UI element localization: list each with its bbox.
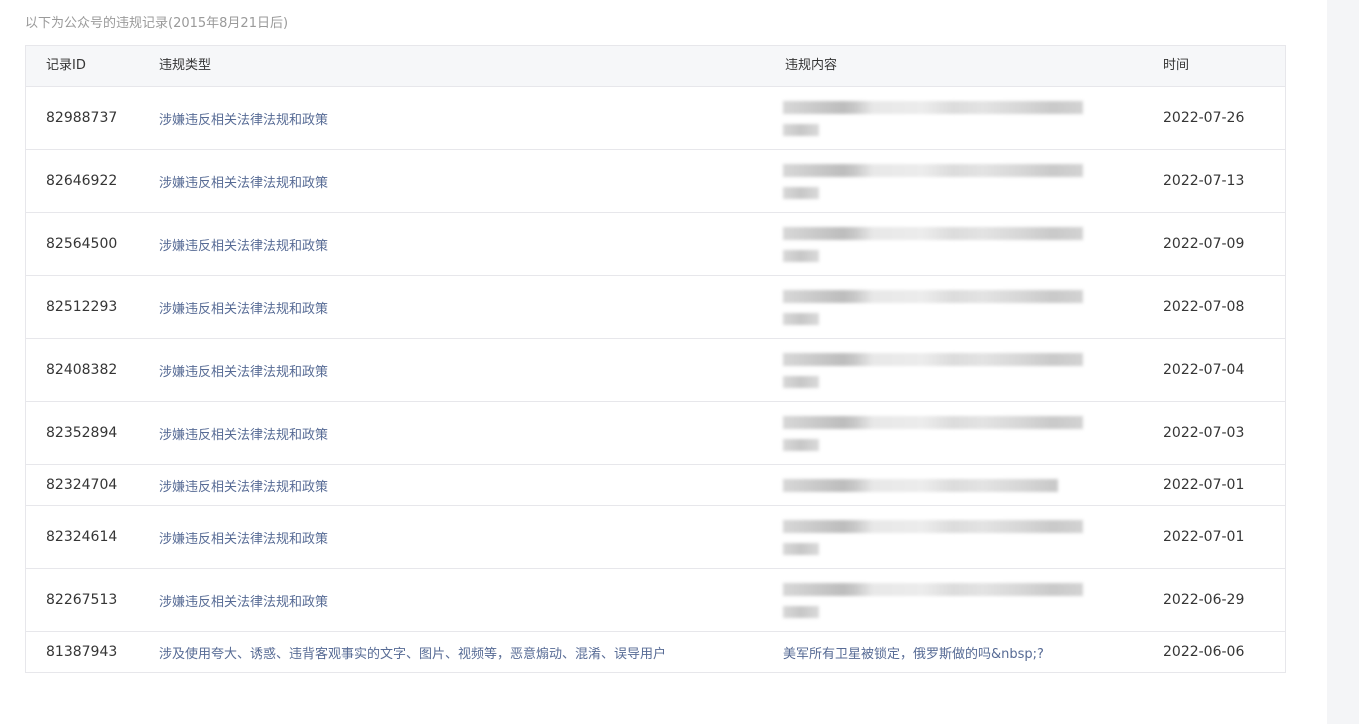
violation-content-blurred[interactable] — [783, 150, 1083, 212]
violation-content-blurred[interactable] — [783, 213, 1083, 275]
violation-type-link[interactable]: 涉嫌违反相关法律法规和政策 — [159, 569, 328, 631]
violation-content-blurred[interactable] — [783, 465, 1083, 505]
table-row: 82512293 涉嫌违反相关法律法规和政策 2022-07-08 — [26, 276, 1285, 339]
table-body: 82988737 涉嫌违反相关法律法规和政策 2022-07-26 826469… — [26, 87, 1285, 672]
table-row: 82646922 涉嫌违反相关法律法规和政策 2022-07-13 — [26, 150, 1285, 213]
violation-content-blurred[interactable] — [783, 506, 1083, 568]
record-id: 82324614 — [46, 529, 118, 545]
record-time: 2022-07-09 — [1163, 236, 1245, 252]
violation-records-caption: 以下为公众号的违规记录(2015年8月21日后) — [25, 16, 289, 31]
record-time: 2022-07-08 — [1163, 299, 1245, 315]
table-row: 81387943 涉及使用夸大、诱惑、违背客观事实的文字、图片、视频等，恶意煽动… — [26, 632, 1285, 672]
table-row: 82324704 涉嫌违反相关法律法规和政策 2022-07-01 — [26, 465, 1285, 506]
violation-content-blurred[interactable] — [783, 569, 1083, 631]
table-row: 82267513 涉嫌违反相关法律法规和政策 2022-06-29 — [26, 569, 1285, 632]
table-row: 82988737 涉嫌违反相关法律法规和政策 2022-07-26 — [26, 87, 1285, 150]
column-header-time: 时间 — [1163, 58, 1190, 73]
violation-content-blurred[interactable] — [783, 339, 1083, 401]
table-row: 82352894 涉嫌违反相关法律法规和政策 2022-07-03 — [26, 402, 1285, 465]
violation-type-link[interactable]: 涉嫌违反相关法律法规和政策 — [159, 276, 328, 338]
record-id: 82564500 — [46, 236, 118, 252]
table-header: 记录ID 违规类型 违规内容 时间 — [26, 46, 1285, 87]
violation-type-link[interactable]: 涉嫌违反相关法律法规和政策 — [159, 339, 328, 401]
violation-content-blurred[interactable] — [783, 402, 1083, 464]
record-id: 82324704 — [46, 477, 118, 493]
record-time: 2022-07-03 — [1163, 425, 1245, 441]
column-header-id: 记录ID — [46, 58, 86, 73]
page: 以下为公众号的违规记录(2015年8月21日后) 记录ID 违规类型 违规内容 … — [0, 0, 1359, 724]
record-time: 2022-07-26 — [1163, 110, 1245, 126]
table-row: 82564500 涉嫌违反相关法律法规和政策 2022-07-09 — [26, 213, 1285, 276]
column-header-content: 违规内容 — [785, 58, 838, 73]
record-id: 82988737 — [46, 110, 118, 126]
table-row: 82324614 涉嫌违反相关法律法规和政策 2022-07-01 — [26, 506, 1285, 569]
record-id: 81387943 — [46, 644, 118, 660]
violation-type-link[interactable]: 涉嫌违反相关法律法规和政策 — [159, 506, 328, 568]
violation-content-link[interactable]: 美军所有卫星被锁定，俄罗斯做的吗&nbsp;? — [783, 632, 1044, 672]
record-id: 82352894 — [46, 425, 118, 441]
record-id: 82646922 — [46, 173, 118, 189]
record-time: 2022-06-06 — [1163, 644, 1245, 660]
record-id: 82408382 — [46, 362, 118, 378]
record-time: 2022-07-01 — [1163, 529, 1245, 545]
table-row: 82408382 涉嫌违反相关法律法规和政策 2022-07-04 — [26, 339, 1285, 402]
right-gutter — [1327, 0, 1359, 724]
record-id: 82512293 — [46, 299, 118, 315]
violation-records-table: 记录ID 违规类型 违规内容 时间 82988737 涉嫌违反相关法律法规和政策… — [25, 45, 1286, 673]
violation-type-link[interactable]: 涉嫌违反相关法律法规和政策 — [159, 213, 328, 275]
column-header-type: 违规类型 — [159, 58, 212, 73]
violation-type-link[interactable]: 涉嫌违反相关法律法规和政策 — [159, 465, 328, 505]
violation-type-link[interactable]: 涉嫌违反相关法律法规和政策 — [159, 87, 328, 149]
violation-type-link[interactable]: 涉嫌违反相关法律法规和政策 — [159, 150, 328, 212]
record-time: 2022-07-04 — [1163, 362, 1245, 378]
violation-content-blurred[interactable] — [783, 87, 1083, 149]
record-time: 2022-06-29 — [1163, 592, 1245, 608]
violation-type-link[interactable]: 涉嫌违反相关法律法规和政策 — [159, 402, 328, 464]
record-time: 2022-07-01 — [1163, 477, 1245, 493]
violation-content-blurred[interactable] — [783, 276, 1083, 338]
record-time: 2022-07-13 — [1163, 173, 1245, 189]
violation-type-link[interactable]: 涉及使用夸大、诱惑、违背客观事实的文字、图片、视频等，恶意煽动、混淆、误导用户 — [159, 632, 666, 672]
record-id: 82267513 — [46, 592, 118, 608]
